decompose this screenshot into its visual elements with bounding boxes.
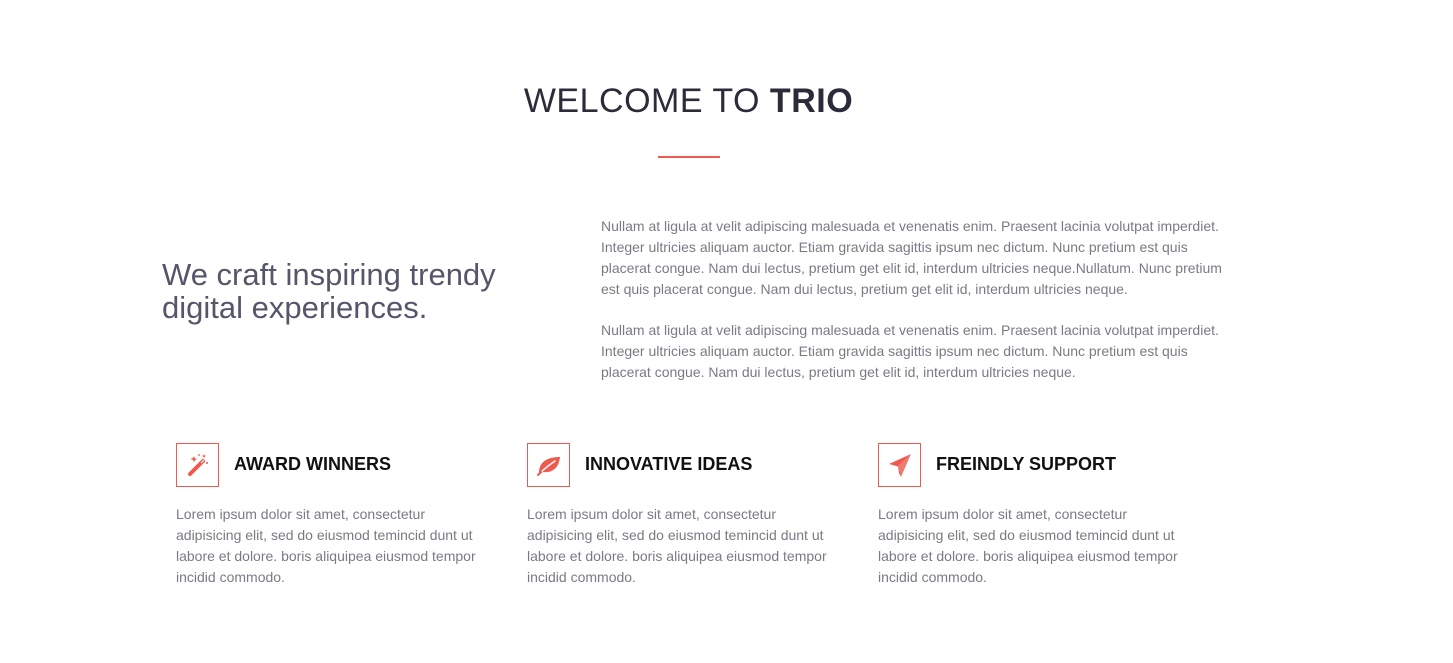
about-paragraph: Nullam at ligula at velit adipiscing mal…	[601, 322, 1219, 380]
about-paragraph: Nullam at ligula at velit adipiscing mal…	[601, 218, 1222, 297]
feature-description: Lorem ipsum dolor sit amet, consectetur …	[878, 506, 1178, 585]
magic-wand-icon	[176, 443, 219, 487]
section-title-bold: TRIO	[769, 82, 854, 120]
feature-title: FREINDLY SUPPORT	[936, 454, 1117, 474]
feature-description: Lorem ipsum dolor sit amet, consectetur …	[176, 506, 476, 585]
welcome-section: WELCOME TO TRIO We craft inspiring trend…	[0, 0, 1453, 663]
title-divider	[658, 156, 720, 158]
leaf-icon	[527, 443, 570, 487]
paper-plane-icon	[878, 443, 921, 487]
section-title-light: WELCOME TO	[523, 82, 760, 120]
feature-title: INNOVATIVE IDEAS	[585, 454, 753, 474]
section-title: WELCOME TO TRIO	[0, 78, 1377, 124]
feature-title: AWARD WINNERS	[234, 454, 391, 474]
tagline: We craft inspiring trendy digital experi…	[162, 257, 496, 325]
about-text: Nullam at ligula at velit adipiscing mal…	[601, 216, 1226, 403]
feature-description: Lorem ipsum dolor sit amet, consectetur …	[527, 506, 827, 585]
